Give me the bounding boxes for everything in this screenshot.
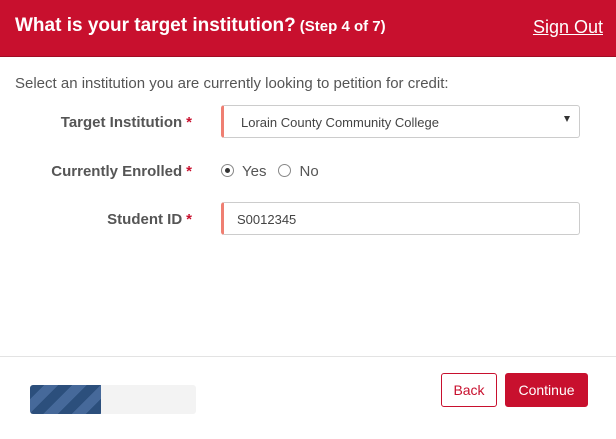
footer-divider	[0, 356, 616, 357]
page-title: What is your target institution? (Step 4 …	[15, 15, 386, 37]
target-institution-label-text: Target Institution	[60, 114, 183, 131]
page-title-text: What is your target institution?	[15, 15, 296, 36]
required-marker: *	[186, 114, 192, 131]
radio-yes-label[interactable]: Yes	[242, 163, 266, 180]
caret-down-icon	[564, 116, 570, 122]
sign-out-link[interactable]: Sign Out	[533, 17, 603, 38]
intro-text: Select an institution you are currently …	[15, 75, 449, 92]
radio-no[interactable]	[278, 164, 292, 177]
continue-button[interactable]: Continue	[505, 373, 588, 407]
target-institution-select[interactable]: Lorain County Community College	[221, 105, 580, 138]
radio-no-label[interactable]: No	[299, 163, 318, 180]
student-id-label: Student ID *	[0, 211, 192, 228]
student-id-label-text: Student ID	[107, 211, 183, 228]
step-indicator: (Step 4 of 7)	[299, 18, 386, 35]
student-id-value: S0012345	[237, 212, 297, 227]
target-institution-value: Lorain County Community College	[241, 115, 439, 130]
progress-bar	[30, 385, 196, 414]
page-header: What is your target institution? (Step 4 …	[0, 0, 616, 57]
currently-enrolled-label-text: Currently Enrolled	[51, 163, 183, 180]
student-id-input[interactable]: S0012345	[221, 202, 580, 235]
required-marker: *	[186, 163, 192, 180]
required-marker: *	[186, 211, 192, 228]
back-button[interactable]: Back	[441, 373, 497, 407]
progress-bar-fill	[30, 385, 102, 414]
target-institution-label: Target Institution *	[0, 114, 192, 131]
radio-yes[interactable]	[221, 164, 234, 177]
currently-enrolled-label: Currently Enrolled *	[0, 163, 192, 180]
enrolled-radio-group: Yes No	[221, 163, 331, 180]
